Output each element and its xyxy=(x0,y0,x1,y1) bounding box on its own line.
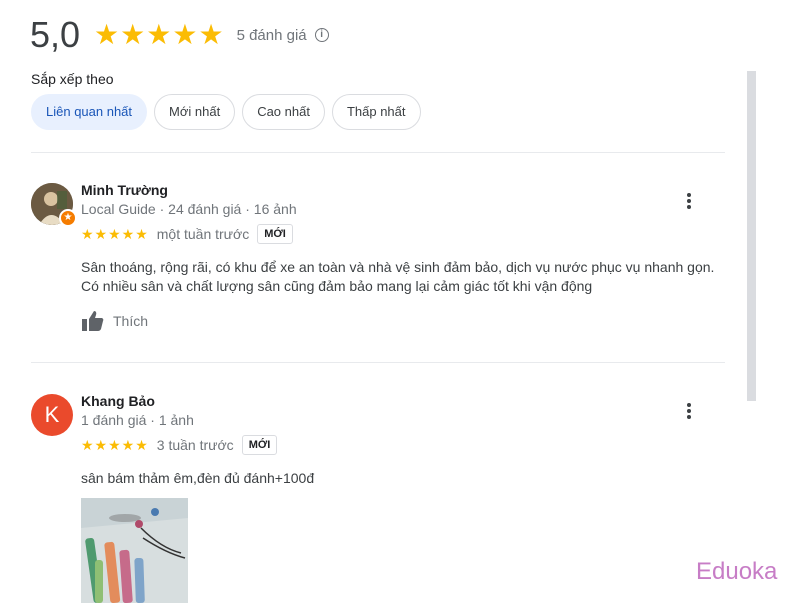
avatar[interactable]: K xyxy=(31,394,73,436)
sort-lowest-chip[interactable]: Thấp nhất xyxy=(331,94,421,130)
sort-relevant-chip[interactable]: Liên quan nhất xyxy=(31,94,148,130)
reviewer-name[interactable]: Minh Trường xyxy=(81,182,168,198)
rating-summary: 5,0 ★★★★★ 5 đánh giá i xyxy=(30,14,329,56)
sort-label: Sắp xếp theo xyxy=(31,71,114,87)
average-rating: 5,0 xyxy=(30,14,81,55)
review-stars: ★★★★★ xyxy=(81,436,149,453)
divider xyxy=(31,152,725,153)
review-item: K Khang Bảo 1 đánh giá · 1 ảnh ★★★★★ 3 t… xyxy=(31,393,721,603)
review-photo-image xyxy=(81,498,188,603)
sort-highest-chip[interactable]: Cao nhất xyxy=(242,94,325,130)
scrollbar-thumb[interactable] xyxy=(747,71,756,401)
review-time: 3 tuần trước xyxy=(156,437,234,453)
review-rating-row: ★★★★★ một tuần trước MỚI xyxy=(81,224,293,244)
reviewer-meta: Local Guide · 24 đánh giá · 16 ảnh xyxy=(81,201,297,217)
review-count: 5 đánh giá xyxy=(236,26,307,44)
review-stars: ★★★★★ xyxy=(81,225,149,242)
sort-newest-chip[interactable]: Mới nhất xyxy=(154,94,236,130)
info-icon[interactable]: i xyxy=(314,28,329,42)
review-rating-row: ★★★★★ 3 tuần trước MỚI xyxy=(81,435,278,455)
new-badge: MỚI xyxy=(257,224,293,244)
watermark-logo: Eduoka xyxy=(696,558,778,585)
like-label: Thích xyxy=(113,313,149,329)
rating-stars: ★★★★★ xyxy=(94,19,225,50)
reviewer-name[interactable]: Khang Bảo xyxy=(81,393,155,409)
new-badge: MỚI xyxy=(241,435,278,455)
sort-chips: Liên quan nhất Mới nhất Cao nhất Thấp nh… xyxy=(31,94,421,130)
review-photo[interactable] xyxy=(81,498,188,603)
more-options-icon[interactable] xyxy=(683,401,695,421)
thumbs-up-icon xyxy=(82,311,104,331)
review-item: ★ Minh Trường Local Guide · 24 đánh giá … xyxy=(31,182,721,333)
like-button[interactable]: Thích xyxy=(81,310,148,332)
review-text: sân bám thảm êm,đèn đủ đánh+100đ xyxy=(81,470,315,486)
local-guide-star-icon: ★ xyxy=(59,209,77,227)
review-time: một tuần trước xyxy=(156,226,250,242)
divider xyxy=(31,362,725,363)
reviewer-meta: 1 đánh giá · 1 ảnh xyxy=(81,412,194,428)
more-options-icon[interactable] xyxy=(683,191,695,211)
review-text: Sân thoáng, rộng rãi, có khu để xe an to… xyxy=(81,259,715,294)
